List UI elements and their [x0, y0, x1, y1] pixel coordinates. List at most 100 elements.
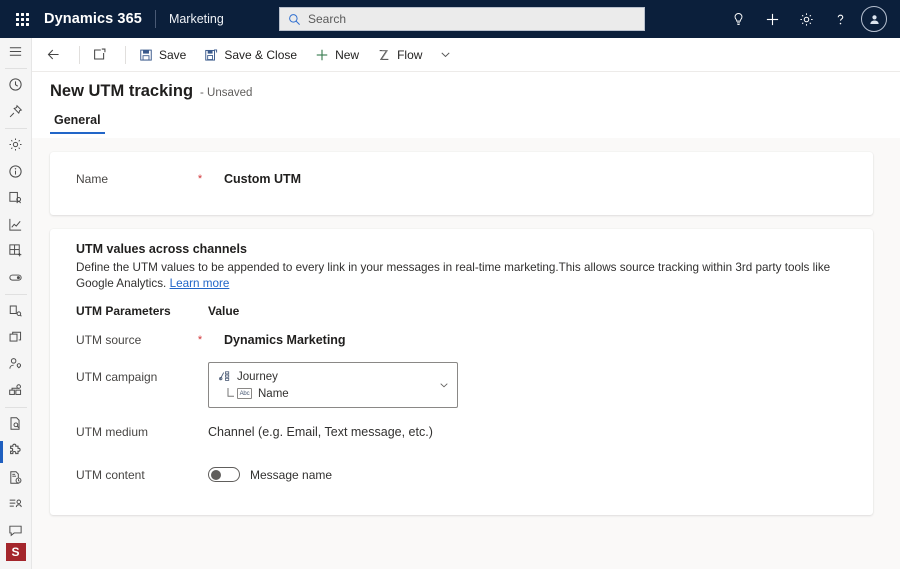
token-child-label: Name — [258, 387, 289, 400]
rail-divider — [4, 293, 27, 295]
name-label: Name — [76, 172, 109, 186]
search-box[interactable]: Search — [279, 7, 645, 31]
chevron-down-icon[interactable] — [431, 379, 457, 391]
brand-title[interactable]: Dynamics 365 — [44, 11, 155, 27]
suite-actions — [721, 0, 894, 38]
tab-general[interactable]: General — [50, 113, 105, 134]
utm-content-toggle[interactable] — [208, 467, 240, 482]
column-header-value: Value — [208, 304, 240, 318]
utm-content-toggle-label: Message name — [250, 467, 333, 482]
back-arrow-icon — [46, 47, 61, 62]
rail-divider — [4, 406, 27, 408]
utm-content-toggle-group: Message name — [208, 467, 332, 482]
flow-chevron-button[interactable] — [431, 38, 466, 72]
new-button[interactable]: New — [306, 38, 368, 72]
name-input[interactable]: Custom UTM — [224, 172, 301, 186]
search-icon — [288, 13, 301, 26]
help-icon[interactable] — [823, 0, 857, 38]
toggle-knob — [211, 469, 221, 480]
abc-text-icon: Abc — [237, 388, 252, 399]
utm-card: UTM values across channels Define the UT… — [50, 229, 873, 515]
app-launcher-button[interactable] — [0, 0, 44, 38]
flow-button[interactable]: Flow — [368, 38, 431, 72]
left-rail: S — [0, 38, 32, 569]
utm-campaign-dropdown[interactable]: Journey Abc Name — [208, 362, 458, 408]
save-icon — [139, 48, 153, 62]
token-parent: Journey — [218, 368, 431, 385]
chevron-down-icon — [439, 48, 452, 61]
plus-icon[interactable] — [755, 0, 789, 38]
utm-campaign-token-group: Journey Abc Name — [209, 368, 431, 402]
recent-clock-icon[interactable] — [0, 71, 32, 98]
lightbulb-icon[interactable] — [721, 0, 755, 38]
section-title: UTM values across channels — [76, 242, 247, 256]
token-parent-label: Journey — [237, 370, 278, 383]
gear-icon[interactable] — [0, 131, 32, 158]
info-icon[interactable] — [0, 158, 32, 185]
utm-medium-label: UTM medium — [76, 425, 149, 439]
popout-button[interactable] — [84, 38, 121, 72]
tab-general-label: General — [54, 113, 101, 127]
token-child: Abc Name — [226, 385, 431, 402]
row-utm-content: UTM content Message name — [76, 467, 332, 482]
row-utm-source: UTM source * Dynamics Marketing — [76, 333, 346, 347]
row-utm-campaign: UTM campaign — [76, 370, 192, 384]
page-title: New UTM tracking — [50, 82, 194, 100]
back-button[interactable] — [38, 38, 75, 72]
popout-icon — [92, 47, 107, 62]
save-button[interactable]: Save — [130, 38, 195, 72]
tree-elbow-icon — [226, 387, 237, 400]
gear-icon[interactable] — [789, 0, 823, 38]
pin-icon[interactable] — [0, 98, 32, 125]
utm-content-label: UTM content — [76, 467, 145, 482]
list-person-icon[interactable] — [0, 490, 32, 517]
name-card: Name * Custom UTM — [50, 152, 873, 215]
app-root: Dynamics 365 Marketing Search S Save Sav… — [0, 0, 900, 569]
hamburger-icon[interactable] — [0, 38, 32, 65]
rail-divider — [4, 127, 27, 129]
command-bar: Save Save & Close New Flow — [32, 38, 900, 72]
customer-icon[interactable] — [0, 351, 32, 378]
save-label: Save — [159, 47, 187, 62]
utm-source-input[interactable]: Dynamics Marketing — [224, 333, 346, 347]
field-name: Name * Custom UTM — [76, 172, 301, 186]
pages-icon[interactable] — [0, 324, 32, 351]
row-utm-medium: UTM medium Channel (e.g. Email, Text mes… — [76, 425, 433, 439]
app-badge[interactable]: S — [5, 543, 26, 562]
utm-source-label: UTM source — [76, 333, 142, 347]
tab-list: General — [50, 113, 105, 134]
section-description: Define the UTM values to be appended to … — [76, 260, 840, 292]
toggle-icon[interactable] — [0, 264, 32, 291]
plus-icon — [315, 48, 329, 62]
page-header: New UTM tracking - Unsaved General — [32, 72, 900, 138]
rail-divider — [4, 67, 27, 69]
waffle-icon — [15, 12, 29, 26]
document-clock-icon[interactable] — [0, 464, 32, 491]
flow-label: Flow — [397, 47, 423, 62]
command-divider — [125, 45, 126, 64]
suite-bar: Dynamics 365 Marketing Search — [0, 0, 900, 38]
journey-node-icon — [218, 370, 231, 383]
learn-more-link[interactable]: Learn more — [170, 277, 230, 290]
puzzle-icon[interactable] — [0, 437, 32, 464]
search-input[interactable]: Search — [308, 12, 346, 26]
flow-icon — [377, 48, 391, 62]
save-state: - Unsaved — [200, 87, 253, 99]
table-header: UTM Parameters Value — [50, 304, 239, 318]
document-search-icon[interactable] — [0, 411, 32, 438]
journeys-icon[interactable] — [0, 377, 32, 404]
column-header-parameter: UTM Parameters — [76, 304, 171, 318]
contact-card-icon[interactable] — [0, 185, 32, 212]
forms-icon[interactable] — [0, 298, 32, 325]
name-required-indicator: * — [197, 173, 203, 185]
new-label: New — [335, 47, 360, 62]
utm-campaign-label: UTM campaign — [76, 370, 158, 384]
avatar[interactable] — [861, 6, 887, 32]
save-and-close-button[interactable]: Save & Close — [195, 38, 306, 72]
form-content: Name * Custom UTM UTM values across chan… — [32, 138, 900, 569]
chat-icon[interactable] — [0, 517, 32, 544]
save-and-close-label: Save & Close — [224, 47, 298, 62]
app-name[interactable]: Marketing — [156, 12, 224, 26]
chart-line-icon[interactable] — [0, 211, 32, 238]
grid-add-icon[interactable] — [0, 238, 32, 265]
